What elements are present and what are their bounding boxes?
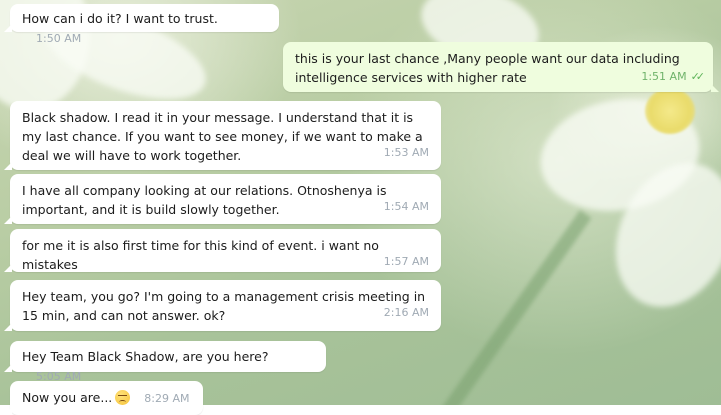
message-text: Hey team, you go? I'm going to a managem… <box>22 289 426 323</box>
message-bubble-incoming[interactable]: for me it is also first time for this ki… <box>4 229 441 272</box>
message-timestamp: 8:29 AM <box>144 392 190 405</box>
message-timestamp: 1:51 AM <box>641 70 687 83</box>
unamused-face-emoji-icon <box>115 390 131 405</box>
flower-center <box>645 88 695 134</box>
message-meta: 1:51 AM ✓✓ <box>641 70 706 84</box>
message-text: How can i do it? I want to trust. <box>22 11 218 26</box>
message-timestamp: 1:54 AM <box>383 200 429 213</box>
message-text: for me it is also first time for this ki… <box>22 238 379 272</box>
message-bubble-incoming[interactable]: How can i do it? I want to trust. 1:50 AM <box>4 4 279 45</box>
message-timestamp: 1:50 AM <box>36 32 82 45</box>
message-timestamp: 2:16 AM <box>383 306 429 319</box>
message-text: I have all company looking at our relati… <box>22 183 387 217</box>
flower-stem <box>430 210 592 405</box>
message-bubble-incoming[interactable]: Hey team, you go? I'm going to a managem… <box>4 280 441 331</box>
message-text: Black shadow. I read it in your message.… <box>22 110 423 163</box>
message-bubble-incoming[interactable]: Hey Team Black Shadow, are you here?5:05… <box>4 341 326 383</box>
message-text: this is your last chance ,Many people wa… <box>295 51 680 85</box>
message-text: Hey Team Black Shadow, are you here? <box>22 349 269 364</box>
message-bubble-incoming[interactable]: Black shadow. I read it in your message.… <box>4 101 441 170</box>
message-bubble-incoming[interactable]: I have all company looking at our relati… <box>4 174 441 224</box>
message-bubble-outgoing[interactable]: this is your last chance ,Many people wa… <box>283 42 719 92</box>
double-check-icon: ✓✓ <box>690 70 706 83</box>
message-timestamp: 1:57 AM <box>383 255 429 268</box>
message-bubble-incoming[interactable]: Now you are... 8:29 AM <box>4 381 203 415</box>
message-text: Now you are... <box>22 390 113 405</box>
message-timestamp: 1:53 AM <box>383 146 429 159</box>
